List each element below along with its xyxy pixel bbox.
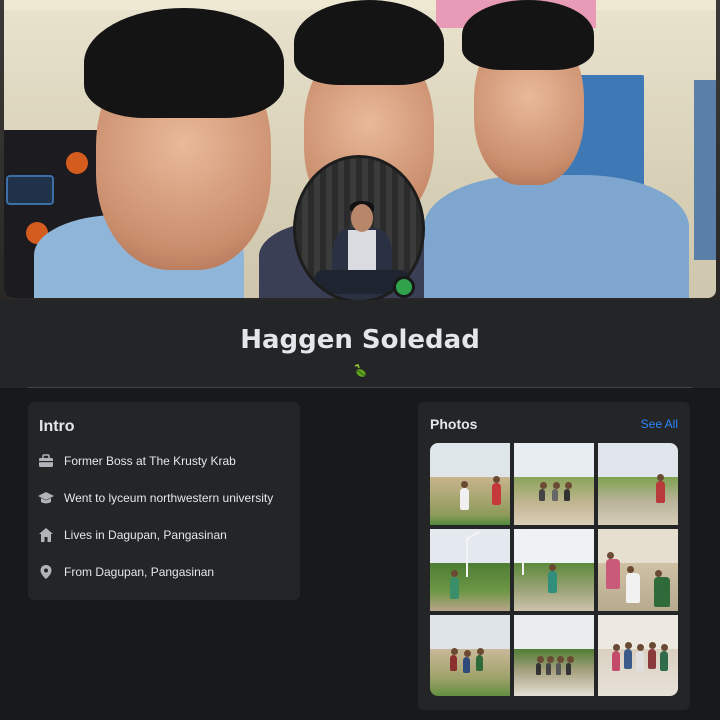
photo-thumbnail[interactable] [514, 615, 594, 696]
graduation-cap-icon [38, 492, 54, 504]
intro-item-education: Went to lyceum northwestern university [38, 487, 273, 509]
intro-item-lives-text: Lives in Dagupan, Pangasinan [64, 528, 227, 542]
intro-title: Intro [39, 418, 75, 435]
intro-item-lives: Lives in Dagupan, Pangasinan [38, 524, 227, 546]
see-all-photos-link[interactable]: See All [641, 417, 678, 431]
profile-name[interactable]: Haggen Soledad [0, 325, 720, 355]
intro-item-work: Former Boss at The Krusty Krab [38, 450, 236, 472]
section-divider [28, 387, 692, 388]
online-status-indicator [393, 276, 415, 298]
intro-item-work-text: Former Boss at The Krusty Krab [64, 454, 236, 468]
briefcase-icon [39, 454, 53, 467]
photo-grid [430, 443, 678, 696]
intro-item-education-text: Went to lyceum northwestern university [64, 491, 274, 505]
leaf-icon [354, 364, 366, 377]
intro-item-from-text: From Dagupan, Pangasinan [64, 565, 215, 579]
photo-thumbnail[interactable] [430, 443, 510, 525]
intro-item-from: From Dagupan, Pangasinan [38, 561, 214, 583]
photos-card: Photos See All [418, 402, 690, 710]
photo-thumbnail[interactable] [514, 529, 594, 611]
photo-thumbnail[interactable] [430, 529, 510, 611]
photo-thumbnail[interactable] [430, 615, 510, 696]
location-pin-icon [40, 565, 52, 579]
home-icon [39, 528, 53, 542]
photo-thumbnail[interactable] [598, 443, 678, 525]
intro-card: Intro Former Boss at The Krusty Krab Wen… [28, 402, 300, 600]
photos-title: Photos [430, 416, 478, 432]
photo-thumbnail[interactable] [598, 529, 678, 611]
photo-thumbnail[interactable] [598, 615, 678, 696]
photo-thumbnail[interactable] [514, 443, 594, 525]
